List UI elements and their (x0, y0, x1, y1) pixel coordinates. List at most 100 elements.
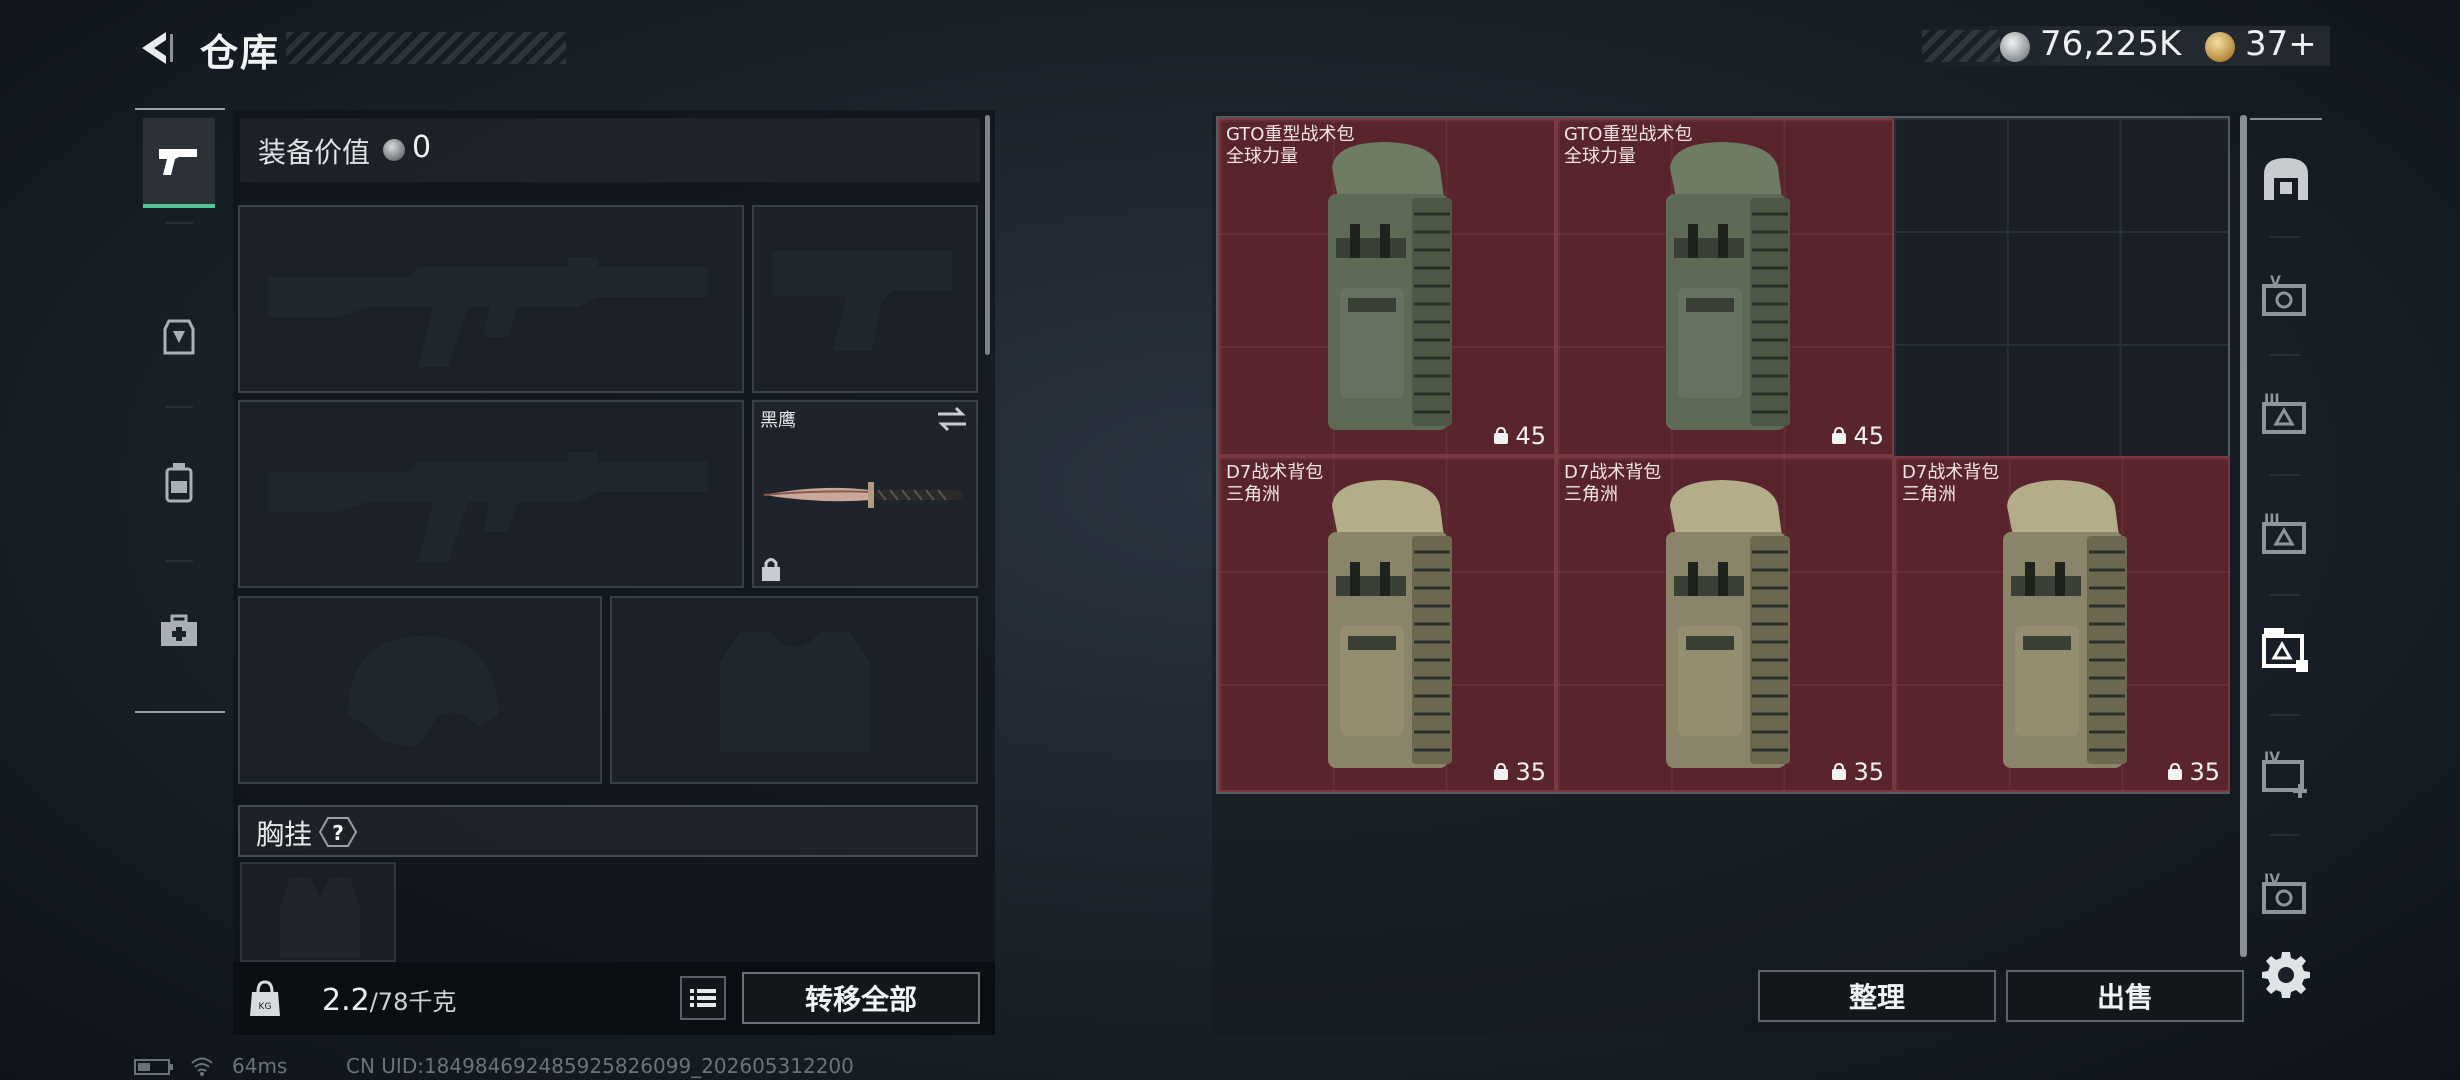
back-arrow-icon[interactable] (132, 26, 176, 70)
settings-gear-icon[interactable] (2262, 950, 2310, 998)
ping-display: 64ms (232, 1054, 288, 1078)
weight-icon: KG (250, 980, 280, 1016)
equipment-value-label: 装备价值 (258, 136, 371, 169)
storage-scrollbar[interactable] (2240, 115, 2247, 957)
backpack-image (1328, 480, 1452, 768)
list-view-button[interactable] (680, 976, 726, 1020)
capacity-value: 35 (1853, 758, 1884, 786)
storage-item[interactable]: D7战术背包 三角洲 35 (1556, 456, 1894, 792)
knife-image (763, 482, 962, 508)
storage-iii-b-icon[interactable]: III (2258, 506, 2314, 562)
backpack-image (1666, 480, 1790, 768)
primary-weapon-slot[interactable] (238, 205, 744, 393)
lock-icon (762, 558, 780, 581)
item-name: GTO重型战术包 (1226, 124, 1355, 145)
item-name: GTO重型战术包 (1564, 124, 1693, 145)
item-subtitle: 全球力量 (1564, 146, 1636, 167)
rail-divider (2270, 714, 2300, 716)
tab-divider (165, 560, 193, 562)
svg-text:?: ? (332, 821, 344, 845)
svg-text:IV: IV (2264, 750, 2280, 766)
svg-text:IV: IV (2264, 872, 2280, 888)
storage-iv-add-icon[interactable]: IV (2258, 746, 2314, 802)
chest-rig-slot[interactable] (240, 862, 396, 962)
storage-iv-icon[interactable]: IV (2258, 866, 2314, 922)
assault-rifle-silhouette-icon (268, 257, 708, 367)
svg-text:V: V (2270, 274, 2281, 290)
equipment-value: 0 (412, 130, 432, 165)
weight-capacity: /78千克 (369, 988, 457, 1016)
storage-item[interactable]: GTO重型战术包 全球力量 45 (1556, 118, 1894, 456)
rail-divider (2270, 354, 2300, 356)
item-capacity: 35 (2167, 758, 2220, 786)
item-subtitle: 三角洲 (1902, 484, 1956, 505)
item-capacity: 45 (1831, 422, 1884, 450)
helmet-silhouette-icon (348, 636, 498, 746)
backpack-icon (165, 463, 193, 503)
silver-currency-value: 76,225K (2040, 24, 2182, 64)
item-subtitle: 全球力量 (1226, 146, 1298, 167)
item-capacity: 35 (1493, 758, 1546, 786)
uid-display: CN UID:1849846924859258260​99_2026053122… (346, 1054, 854, 1078)
item-name: D7战术背包 (1226, 462, 1324, 483)
armor-vest-silhouette-icon (720, 632, 870, 752)
help-icon[interactable]: ? (318, 816, 358, 848)
tab-divider (165, 406, 193, 408)
weight-display: 2.2/78千克 (322, 982, 456, 1018)
tab-divider (165, 222, 193, 224)
armor-rig-icon (163, 319, 195, 355)
capacity-value: 35 (1515, 758, 1546, 786)
helmet-slot[interactable] (238, 596, 602, 784)
item-capacity: 45 (1493, 422, 1546, 450)
weight-current: 2.2 (322, 983, 370, 1018)
vault-door-icon[interactable] (2258, 150, 2314, 206)
assault-rifle-silhouette-icon (268, 452, 708, 562)
item-capacity: 35 (1831, 758, 1884, 786)
storage-item[interactable]: D7战术背包 三角洲 35 (1218, 456, 1556, 792)
armor-slot[interactable] (610, 596, 978, 784)
item-name: D7战术背包 (1564, 462, 1662, 483)
tab-backpack[interactable] (143, 438, 215, 528)
sell-button[interactable]: 出售 (2006, 970, 2244, 1022)
right-rail-top-line (2250, 118, 2322, 120)
tab-weapons[interactable] (143, 118, 215, 208)
knife-name: 黑鹰 (760, 410, 796, 431)
secondary-weapon-slot[interactable] (238, 400, 744, 588)
gold-currency-value[interactable]: 37+ (2245, 24, 2317, 64)
swap-icon[interactable] (936, 406, 968, 432)
sort-button[interactable]: 整理 (1758, 970, 1996, 1022)
storage-v-icon[interactable]: V (2258, 268, 2314, 324)
storage-iii-a-icon[interactable]: III (2258, 386, 2314, 442)
storage-active-icon[interactable] (2258, 624, 2314, 680)
storage-item[interactable]: D7战术背包 三角洲 35 (1894, 456, 2230, 792)
battery-icon (134, 1059, 173, 1075)
rail-divider (2270, 834, 2300, 836)
silver-coin-icon (2000, 32, 2030, 62)
equipment-scrollbar[interactable] (985, 115, 990, 355)
chest-rig-silhouette-icon (280, 878, 360, 958)
capacity-value: 45 (1853, 422, 1884, 450)
svg-text:KG: KG (259, 1002, 272, 1012)
transfer-all-button[interactable]: 转移全部 (742, 972, 980, 1024)
capacity-icon (2168, 763, 2183, 780)
rail-divider (2270, 474, 2300, 476)
svg-text:III: III (2264, 512, 2280, 528)
capacity-icon (1494, 427, 1509, 444)
backpack-image (1328, 142, 1452, 430)
page-title: 仓库 (200, 31, 281, 75)
pistol-slot[interactable] (752, 205, 978, 393)
silver-coin-icon (383, 139, 405, 161)
title-decoration (286, 32, 566, 64)
chest-rig-label: 胸挂 (256, 818, 313, 851)
capacity-value: 45 (1515, 422, 1546, 450)
rail-divider (2270, 594, 2300, 596)
rail-divider (2270, 236, 2300, 238)
pistol-icon (159, 149, 197, 175)
tab-equipment[interactable] (143, 292, 215, 382)
backpack-image (2003, 480, 2127, 768)
capacity-value: 35 (2189, 758, 2220, 786)
tab-items[interactable] (143, 586, 215, 676)
storage-item[interactable]: GTO重型战术包 全球力量 45 (1218, 118, 1556, 456)
currency-decoration (1922, 30, 2000, 62)
list-icon (690, 989, 716, 1007)
